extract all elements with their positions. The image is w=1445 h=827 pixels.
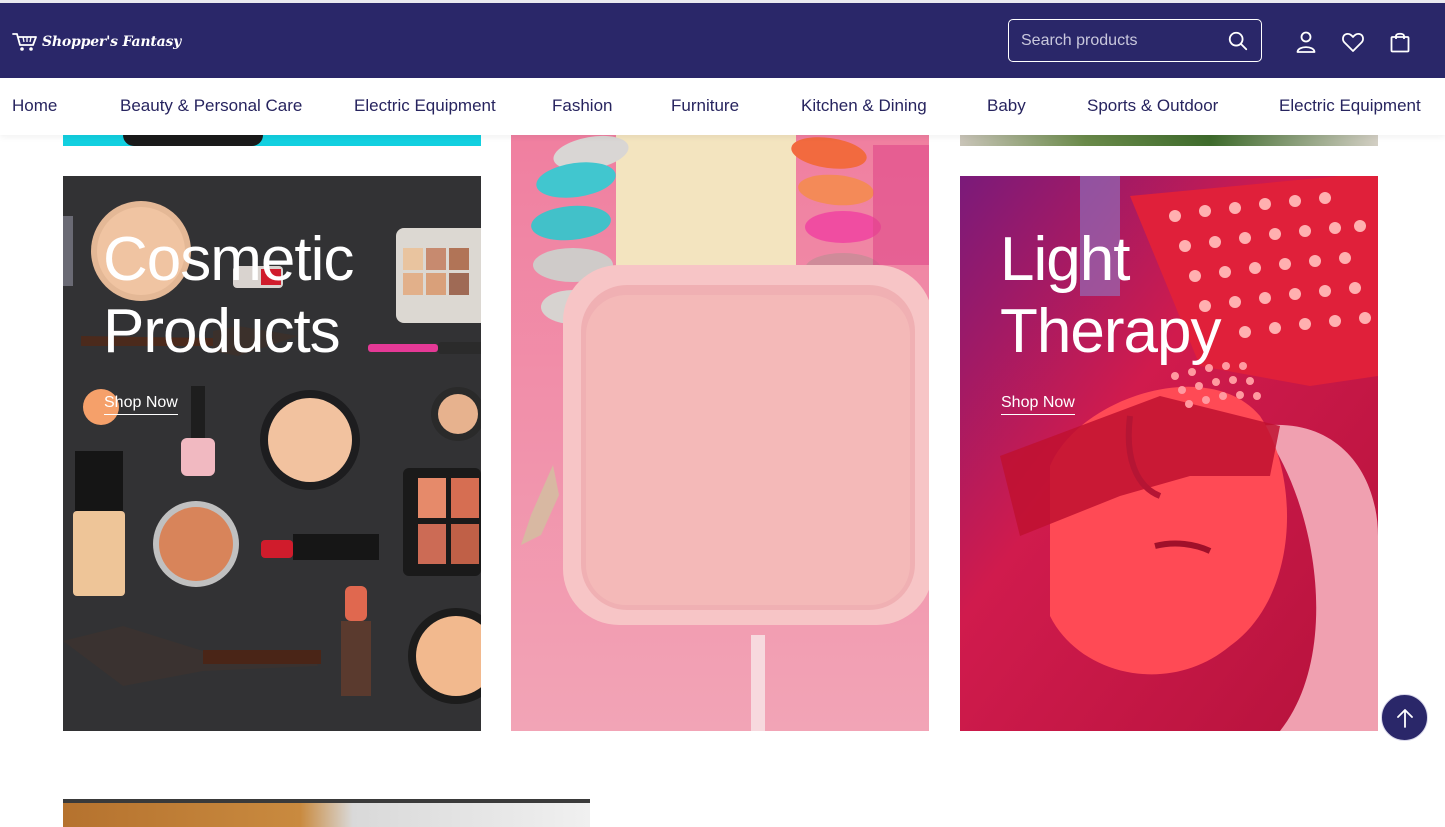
arrow-up-icon: [1396, 708, 1413, 728]
previous-banner-strip-left: [63, 135, 481, 146]
wishlist-heart-icon[interactable]: [1341, 30, 1365, 54]
nav-item-electric-equipment[interactable]: Electric Equipment: [354, 96, 496, 116]
previous-banner-strip-right: [960, 135, 1378, 146]
card-title-line-2: Therapy: [1000, 297, 1221, 366]
card-title-line-1: Light: [1000, 225, 1130, 294]
shopping-cart-logo-icon: [12, 33, 37, 51]
card-title-line-1: Cosmetic: [103, 225, 354, 294]
pink-pouch-photo: [511, 135, 929, 731]
page: Shopper's Fantasy Search products Home B…: [0, 0, 1445, 827]
scroll-to-top-button[interactable]: [1381, 694, 1428, 741]
search-icon[interactable]: [1227, 30, 1249, 52]
shop-now-link[interactable]: Shop Now: [104, 394, 178, 415]
nav-item-baby[interactable]: Baby: [987, 96, 1026, 116]
nav-item-furniture[interactable]: Furniture: [671, 96, 739, 116]
nav-item-beauty-personal-care[interactable]: Beauty & Personal Care: [120, 96, 302, 116]
card-title: Cosmetic Products: [103, 224, 354, 368]
next-banner-strip: [63, 799, 590, 827]
search-box[interactable]: Search products: [1008, 19, 1262, 62]
nav-item-sports-outdoor[interactable]: Sports & Outdoor: [1087, 96, 1218, 116]
nav-item-kitchen-dining[interactable]: Kitchen & Dining: [801, 96, 927, 116]
top-header: Shopper's Fantasy Search products: [0, 0, 1445, 78]
brand-logo[interactable]: Shopper's Fantasy: [12, 31, 181, 53]
card-title-line-2: Products: [103, 297, 341, 366]
card-title: Light Therapy: [1000, 224, 1221, 368]
account-icon[interactable]: [1294, 30, 1318, 54]
nav-item-fashion[interactable]: Fashion: [552, 96, 612, 116]
search-input[interactable]: Search products: [1021, 32, 1227, 50]
promo-card-pink-pouch[interactable]: [511, 135, 929, 731]
cart-bag-icon[interactable]: [1388, 30, 1412, 54]
category-nav: Home Beauty & Personal Care Electric Equ…: [0, 78, 1445, 135]
brand-name: Shopper's Fantasy: [42, 34, 182, 50]
shop-now-link[interactable]: Shop Now: [1001, 394, 1075, 415]
promo-card-cosmetic-products[interactable]: Cosmetic Products Shop Now: [63, 176, 481, 731]
promo-card-light-therapy[interactable]: Light Therapy Shop Now: [960, 176, 1378, 731]
nav-item-home[interactable]: Home: [12, 96, 57, 116]
nav-item-electric-equipment-2[interactable]: Electric Equipment: [1279, 96, 1421, 116]
